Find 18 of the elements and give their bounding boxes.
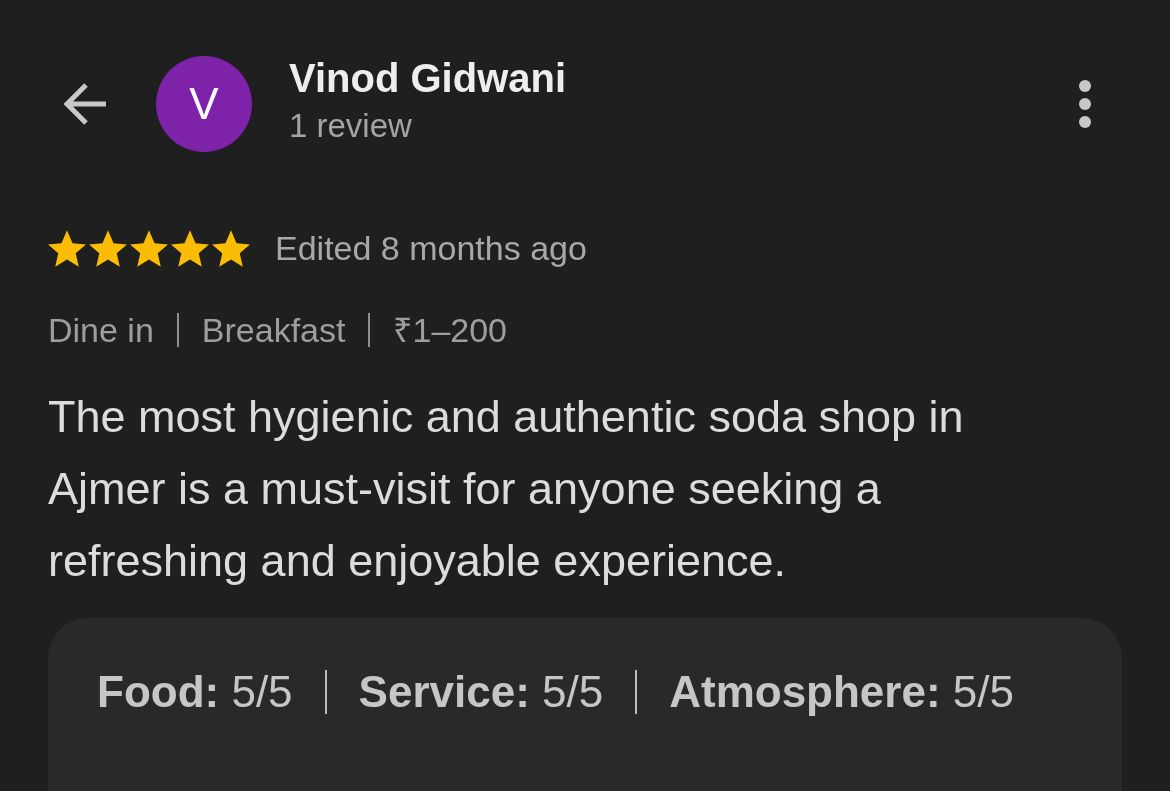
star-icon — [171, 229, 209, 267]
review-text: The most hygienic and authentic soda shop in Ajmer is a must-visit for anyone seeking a refreshing and enjoyable experience. — [48, 390, 965, 588]
avatar: V — [156, 56, 252, 152]
review-tag: Dine in — [48, 310, 154, 350]
aspect-rating: Service: 5/5 — [358, 666, 604, 718]
more-icon — [1079, 80, 1091, 128]
star-icon — [48, 229, 86, 267]
more-options-button[interactable] — [1079, 80, 1091, 128]
review-tag: ₹1–200 — [393, 310, 507, 350]
edited-time: Edited 8 months ago — [275, 228, 587, 268]
reviewer-name: Vinod Gidwani — [289, 56, 567, 100]
star-icon — [212, 229, 250, 267]
star-icon — [89, 229, 127, 267]
aspect-rating: Food: 5/5 — [97, 666, 293, 718]
review-count: 1 review — [289, 106, 412, 146]
star-icon — [130, 229, 168, 267]
review-tag: Breakfast — [201, 310, 346, 350]
aspect-rating: Atmosphere: 5/5 — [669, 666, 1014, 718]
